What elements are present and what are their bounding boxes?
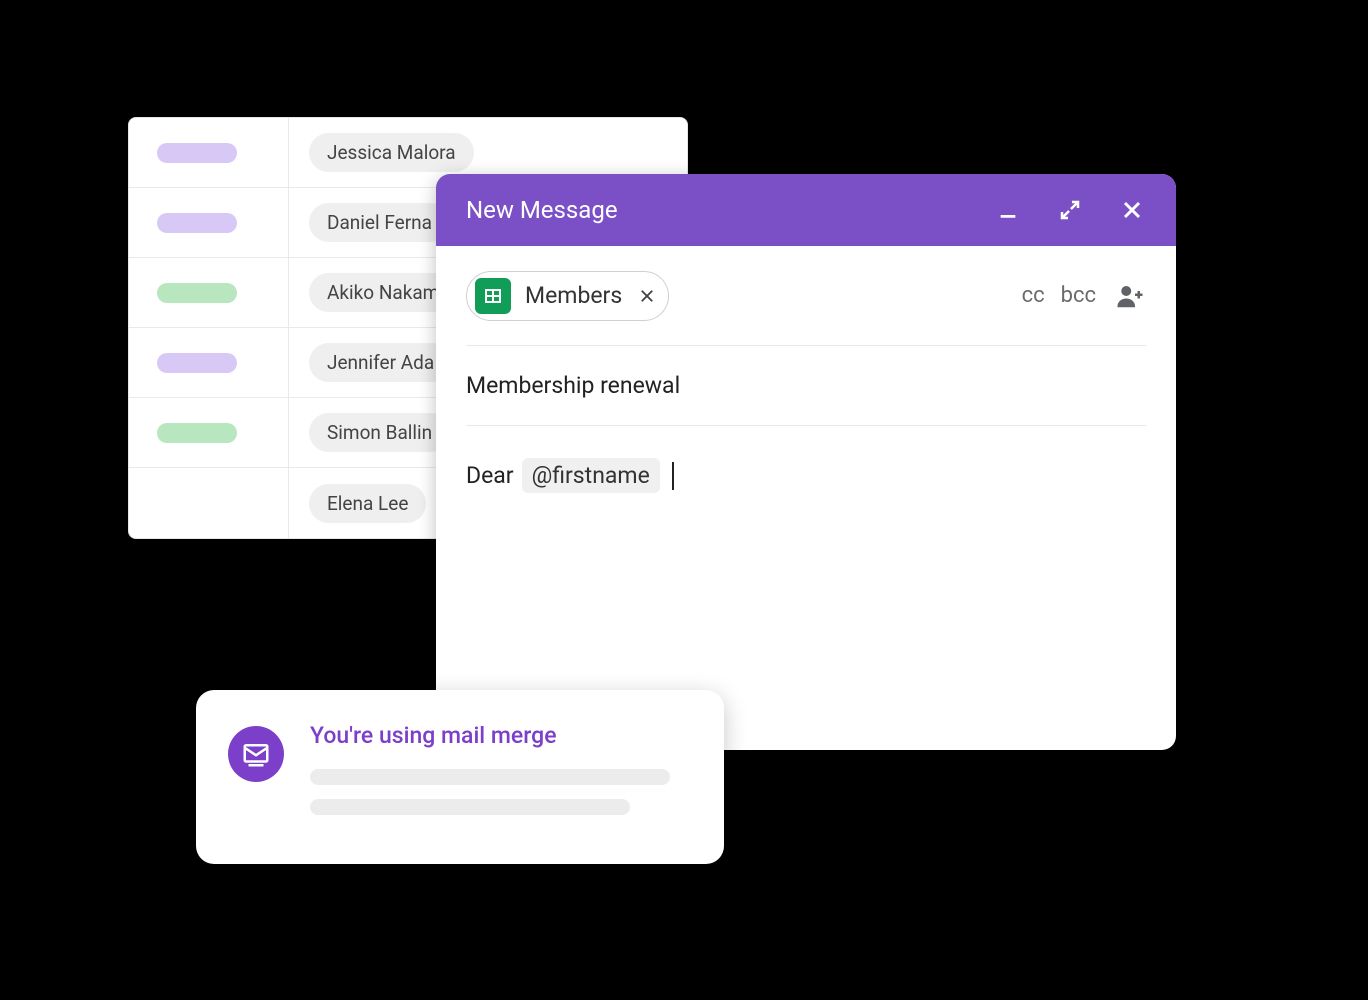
subject-value: Membership renewal [466,372,680,399]
status-pill [157,353,237,373]
recipient-chip[interactable]: Members [466,271,669,321]
body-text: Dear [466,462,514,489]
cc-button[interactable]: cc [1022,283,1045,308]
text-cursor [672,462,674,490]
mail-merge-toast: You're using mail merge [196,690,724,864]
expand-icon[interactable] [1056,196,1084,224]
name-chip[interactable]: Jennifer Ada [309,343,452,382]
status-pill [157,283,237,303]
status-pill [157,143,237,163]
status-pill [157,213,237,233]
name-chip[interactable]: Jessica Malora [309,133,474,172]
compose-header: New Message [436,174,1176,246]
message-body[interactable]: Dear @firstname [466,426,1146,493]
add-recipient-icon[interactable] [1114,280,1146,312]
close-icon[interactable] [1118,196,1146,224]
compose-window: New Message Members cc bcc [436,174,1176,750]
skeleton-line [310,769,670,785]
name-chip[interactable]: Daniel Ferna [309,203,450,242]
mail-merge-icon [228,726,284,782]
minimize-icon[interactable] [994,196,1022,224]
compose-title: New Message [466,196,618,224]
status-pill [157,423,237,443]
name-chip[interactable]: Simon Ballin [309,413,450,452]
recipients-row[interactable]: Members cc bcc [466,246,1146,346]
merge-token[interactable]: @firstname [522,458,660,493]
toast-title: You're using mail merge [310,722,692,749]
skeleton-line [310,799,630,815]
bcc-button[interactable]: bcc [1061,283,1096,308]
recipient-chip-label: Members [525,282,622,309]
sheets-icon [475,278,511,314]
name-chip[interactable]: Elena Lee [309,484,426,523]
subject-input[interactable]: Membership renewal [466,346,1146,426]
remove-chip-icon[interactable] [636,285,658,307]
